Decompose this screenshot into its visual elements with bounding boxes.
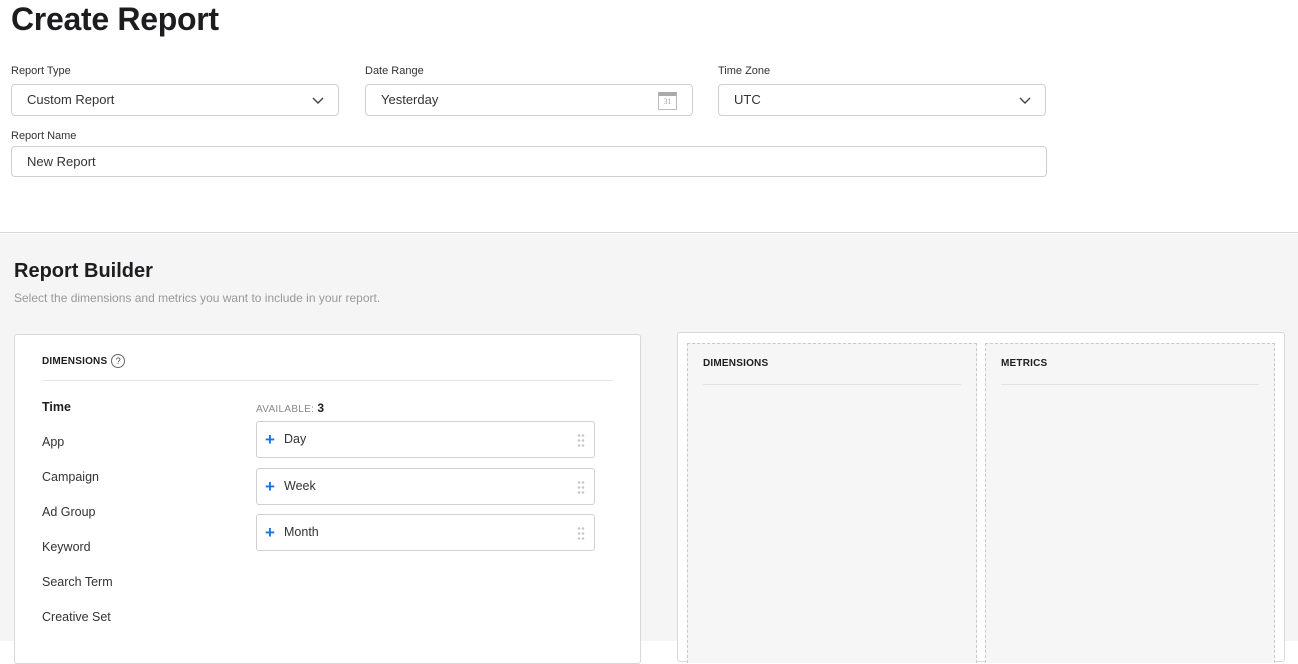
report-type-value: Custom Report xyxy=(27,92,115,107)
report-name-input[interactable]: New Report xyxy=(11,146,1047,177)
category-search-term[interactable]: Search Term xyxy=(42,575,113,589)
date-range-value: Yesterday xyxy=(381,92,439,107)
option-label: Month xyxy=(284,525,319,539)
dimensions-picker-panel: DIMENSIONS ? Time App Campaign Ad Group … xyxy=(14,334,641,664)
drag-handle-icon[interactable] xyxy=(577,526,585,540)
report-name-value: New Report xyxy=(27,154,96,169)
category-creative-set[interactable]: Creative Set xyxy=(42,610,111,624)
plus-icon[interactable]: + xyxy=(265,515,275,550)
category-ad-group[interactable]: Ad Group xyxy=(42,505,96,519)
time-zone-select[interactable]: UTC xyxy=(718,84,1046,116)
category-time[interactable]: Time xyxy=(42,400,71,414)
category-app[interactable]: App xyxy=(42,435,64,449)
report-builder-subtitle: Select the dimensions and metrics you wa… xyxy=(14,291,381,305)
divider xyxy=(703,384,961,385)
report-builder-title: Report Builder xyxy=(14,260,153,282)
help-icon[interactable]: ? xyxy=(111,354,126,368)
category-campaign[interactable]: Campaign xyxy=(42,470,99,484)
selected-metrics-dropzone[interactable]: METRICS xyxy=(985,343,1275,663)
plus-icon[interactable]: + xyxy=(265,422,275,457)
divider xyxy=(42,380,613,381)
calendar-icon[interactable]: 31 xyxy=(658,92,677,110)
report-type-select[interactable]: Custom Report xyxy=(11,84,339,116)
dimension-option-month[interactable]: + Month xyxy=(256,514,595,551)
available-label: AVAILABLE: xyxy=(256,404,315,415)
report-name-label: Report Name xyxy=(11,130,77,142)
selected-metrics-heading: METRICS xyxy=(1001,358,1048,369)
available-count: AVAILABLE: 3 xyxy=(256,401,324,415)
time-zone-value: UTC xyxy=(734,92,761,107)
option-label: Week xyxy=(284,479,316,493)
dimensions-heading-text: DIMENSIONS xyxy=(42,355,108,367)
selected-fields-panel: DIMENSIONS METRICS xyxy=(677,332,1285,663)
date-range-input[interactable]: Yesterday 31 xyxy=(365,84,693,116)
report-builder-section: Report Builder Select the dimensions and… xyxy=(0,234,1298,664)
dimensions-heading: DIMENSIONS ? xyxy=(42,354,126,368)
dimension-option-week[interactable]: + Week xyxy=(256,468,595,505)
report-type-label: Report Type xyxy=(11,65,71,77)
page-title: Create Report xyxy=(11,1,219,37)
plus-icon[interactable]: + xyxy=(265,469,275,504)
chevron-down-icon xyxy=(1019,97,1031,104)
selected-dimensions-heading: DIMENSIONS xyxy=(703,358,769,369)
selected-dimensions-dropzone[interactable]: DIMENSIONS xyxy=(687,343,977,663)
divider xyxy=(1001,384,1259,385)
option-label: Day xyxy=(284,432,307,446)
drag-handle-icon[interactable] xyxy=(577,433,585,447)
date-range-label: Date Range xyxy=(365,65,424,77)
available-number: 3 xyxy=(317,401,325,415)
report-settings-section: Create Report Report Type Custom Report … xyxy=(0,0,1298,233)
category-keyword[interactable]: Keyword xyxy=(42,540,91,554)
time-zone-label: Time Zone xyxy=(718,65,771,77)
dimension-option-day[interactable]: + Day xyxy=(256,421,595,458)
drag-handle-icon[interactable] xyxy=(577,480,585,494)
chevron-down-icon xyxy=(312,97,324,104)
